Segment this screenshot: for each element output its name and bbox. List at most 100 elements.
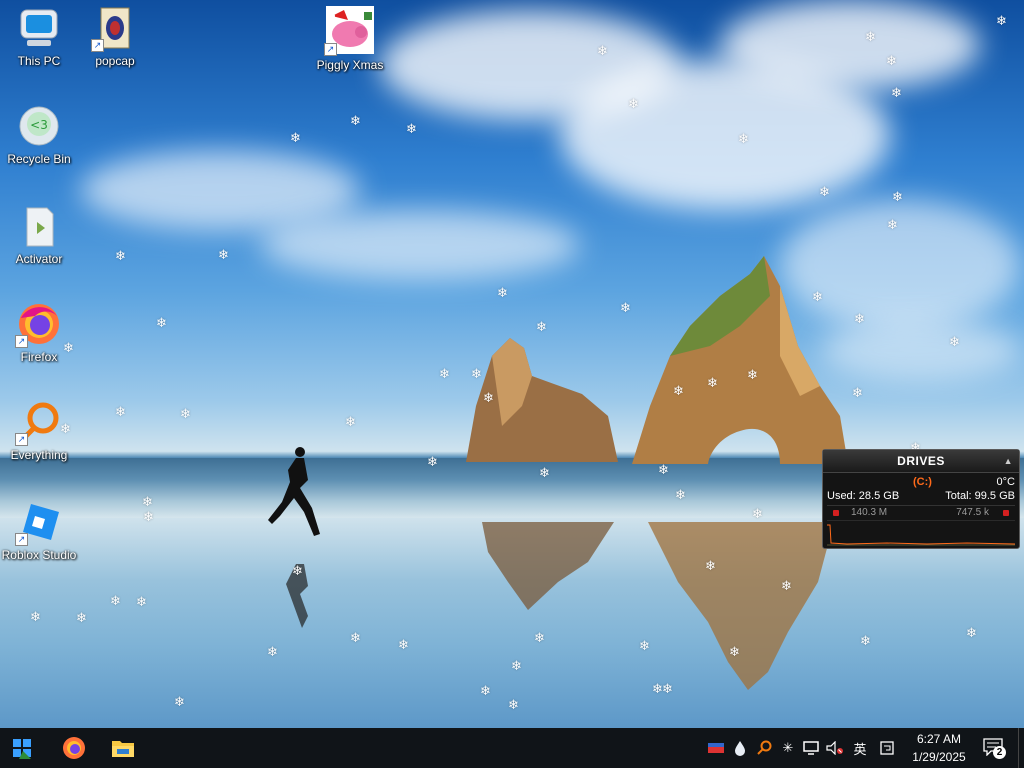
collapse-icon[interactable]: ▲ (1004, 450, 1013, 472)
snowflake-icon: ❄ (597, 43, 608, 58)
snowflake-icon: ❄ (949, 334, 960, 349)
snowflake-icon: ❄ (427, 454, 438, 469)
search-icon: ↗ (15, 400, 61, 446)
clock-time: 6:27 AM (916, 732, 962, 746)
file-explorer-icon (112, 741, 134, 757)
desktop-icon-recycle-bin[interactable]: <3 Recycle Bin (1, 104, 77, 166)
shortcut-arrow-icon: ↗ (324, 43, 337, 56)
drives-gadget[interactable]: DRIVES ▲ (C:) 0°C Used: 28.5 GB Total: 9… (822, 449, 1020, 549)
desktop-wallpaper[interactable]: ❄ ❄ ❄ ❄ ❄ ❄ ❄ ❄ ❄ ❄ ❄ ❄ ❄ ❄ ❄ ❄ ❄ ❄ ❄ ❄ ❄ ❄ ❄ ❄ ❄ ❄ ❄ ❄ ❄ ❄ ❄ ❄ ❄ ❄ ❄ ❄ ❄ ❄ ❄ ❄… (0, 0, 1024, 728)
ime-icon[interactable]: 英 (851, 738, 869, 758)
snowflake-icon: ❄ (143, 509, 154, 524)
file-icon (17, 204, 61, 248)
snowflake-icon: ❄ (662, 681, 673, 696)
drive-letter: (C:) (913, 476, 932, 488)
clock[interactable]: 6:27 AM 1/29/2025 (900, 730, 978, 766)
arch-rock (632, 256, 848, 464)
recycle-bin-icon: <3 (17, 104, 61, 148)
volume-muted-icon[interactable] (826, 738, 844, 758)
gadget-title: DRIVES (897, 454, 945, 468)
drive-total: Total: 99.5 GB (945, 490, 1015, 502)
desktop-icon-label: popcap (95, 54, 135, 68)
snowflake-icon: ❄ (534, 630, 545, 645)
snowflake-icon: ❄ (115, 248, 126, 263)
desktop-icon-everything[interactable]: ↗ Everything (1, 400, 77, 462)
snowflake-icon: ❄ (747, 367, 758, 382)
cloud (720, 0, 980, 90)
snowflake-icon: ❄ (539, 465, 550, 480)
clipboard-icon[interactable] (878, 738, 896, 758)
desktop-icon-popcap[interactable]: ↗ popcap (77, 6, 153, 68)
start-button[interactable] (0, 728, 44, 768)
snowflake-icon: ❄ (819, 184, 830, 199)
rock-reflection (482, 522, 614, 610)
show-desktop-button[interactable] (1018, 728, 1024, 768)
start-icon (13, 739, 31, 759)
desktop-icon-label: Everything (10, 448, 68, 462)
network-icon[interactable] (802, 738, 820, 758)
snowflake-icon: ❄ (350, 630, 361, 645)
snowflake-icon: ❄ (812, 289, 823, 304)
snowflake-icon: ❄ (142, 494, 153, 509)
snowflake-icon: ❄ (852, 385, 863, 400)
arch-reflection (648, 522, 834, 690)
snowflake-icon: ❄ (887, 217, 898, 232)
snowflake-icon: ❄ (891, 85, 902, 100)
snowflake-icon: ❄ (781, 578, 792, 593)
water-drop-icon[interactable] (731, 738, 749, 758)
desktop-icon-this-pc[interactable]: This PC (1, 6, 77, 68)
snowflake-icon: ❄ (729, 644, 740, 659)
snowflake-icon: ❄ (471, 366, 482, 381)
firefox-icon: ↗ (15, 302, 61, 348)
desktop-icon-piggly-xmas[interactable]: ↗ Piggly Xmas (312, 6, 388, 72)
pig-icon: ↗ (324, 6, 374, 56)
gadget-header[interactable]: DRIVES ▲ (823, 450, 1019, 473)
search-icon[interactable] (755, 738, 773, 758)
roblox-studio-icon: ↗ (15, 500, 61, 546)
notification-count: 2 (993, 746, 1006, 759)
taskbar-firefox-button[interactable] (52, 728, 96, 768)
snowflake-icon: ❄ (350, 113, 361, 128)
snowflake-icon: ❄ (483, 390, 494, 405)
security-icon[interactable] (707, 738, 725, 758)
desktop-icon-activator[interactable]: Activator (1, 204, 77, 266)
snowflake-icon: ❄ (439, 366, 450, 381)
snowflake-icon: ❄ (292, 563, 303, 578)
snowflake-icon: ❄ (738, 131, 749, 146)
snowflake-icon: ❄ (76, 610, 87, 625)
snowflake-icon: ❄ (406, 121, 417, 136)
cloud (820, 320, 1020, 380)
desktop-icon-firefox[interactable]: ↗ Firefox (1, 302, 77, 364)
shortcut-arrow-icon: ↗ (15, 335, 28, 348)
snowflake-icon: ❄ (267, 644, 278, 659)
write-rate: 747.5 k (956, 507, 989, 518)
snowflake-icon: ❄ (620, 300, 631, 315)
snowflake-icon: ❄ (860, 633, 871, 648)
desktop-icon-roblox-studio[interactable]: ↗ Roblox Studio (1, 500, 77, 562)
snowflake-icon: ❄ (886, 53, 897, 68)
snowflake-icon: ❄ (110, 593, 121, 608)
snowflake-icon: ❄ (752, 506, 763, 521)
drive-used: Used: 28.5 GB (827, 490, 900, 502)
snowflake-icon[interactable]: ✳ (779, 738, 797, 758)
write-indicator-icon (1003, 510, 1009, 516)
snowflake-icon: ❄ (508, 697, 519, 712)
action-center-button[interactable]: 2 (980, 728, 1010, 768)
read-indicator-icon (833, 510, 839, 516)
snowflake-icon: ❄ (996, 13, 1007, 28)
snowflake-icon: ❄ (854, 311, 865, 326)
snowflake-icon: ❄ (398, 637, 409, 652)
desktop-icon-label: Roblox Studio (1, 548, 77, 562)
svg-text:<3: <3 (30, 118, 48, 132)
desktop-icon-label: Piggly Xmas (316, 58, 384, 72)
snowflake-icon: ❄ (497, 285, 508, 300)
computer-icon (17, 6, 61, 50)
snowflake-icon: ❄ (536, 319, 547, 334)
snowflake-icon: ❄ (675, 487, 686, 502)
snowflake-icon: ❄ (290, 130, 301, 145)
snowflake-icon: ❄ (892, 189, 903, 204)
snowflake-icon: ❄ (180, 406, 191, 421)
snowflake-icon: ❄ (639, 638, 650, 653)
taskbar-file-explorer-button[interactable] (101, 728, 145, 768)
firefox-icon (63, 737, 85, 759)
